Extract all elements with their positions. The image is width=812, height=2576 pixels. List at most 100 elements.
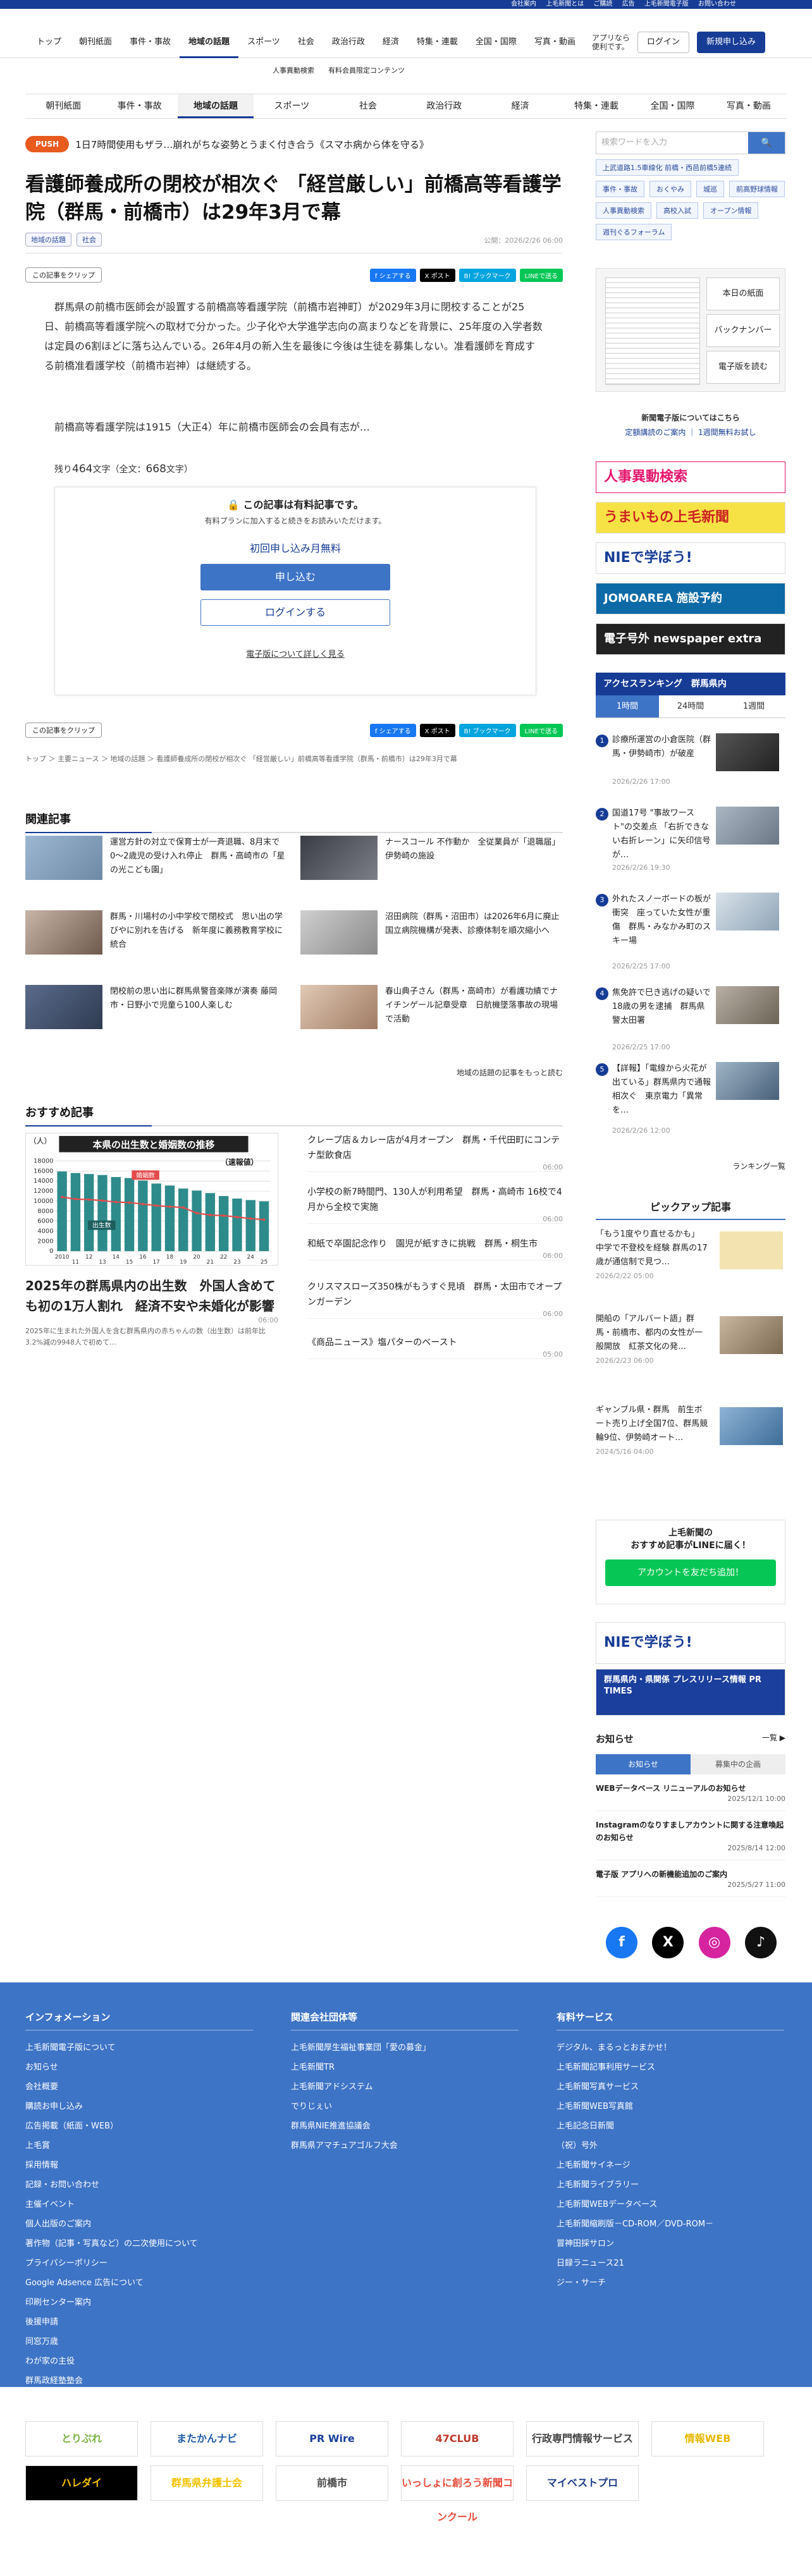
footer-link[interactable]: 上毛新聞TR bbox=[291, 2058, 519, 2077]
footer-link[interactable]: 上毛新聞WEB写真館 bbox=[557, 2097, 784, 2116]
notice-tab-campaign[interactable]: 募集中の企画 bbox=[691, 1754, 785, 1774]
backnumber-button[interactable]: バックナンバー bbox=[706, 314, 780, 347]
footer-link[interactable]: 上毛記念日新聞 bbox=[557, 2116, 784, 2136]
footer-link[interactable]: 同窓万歳 bbox=[25, 2332, 253, 2352]
recommended-main[interactable]: 本県の出生数と婚姻数の推移 （速報値） （人） 0 2000 4000 6000 800… bbox=[25, 1133, 278, 1348]
ranking-tab-24h[interactable]: 24時間 bbox=[659, 695, 722, 717]
footer-link[interactable]: 主催イベント bbox=[25, 2195, 253, 2214]
clip-button[interactable]: この記事をクリップ bbox=[25, 723, 102, 738]
banner-umaimono[interactable]: うまいもの上毛新聞 bbox=[596, 502, 785, 534]
banner-personnel-search[interactable]: 人事異動検索 bbox=[596, 461, 785, 493]
notice-item[interactable]: 電子版 アプリへの新機能追加のご案内 2025/5/27 11:00 bbox=[596, 1860, 785, 1897]
facebook-icon[interactable]: f bbox=[606, 1927, 637, 1958]
chip[interactable]: 高校入試 bbox=[656, 202, 698, 219]
recommended-item[interactable]: 和紙で卒園記念作り 園児が紙すきに挑戦 群馬・桐生市 06:00 bbox=[307, 1236, 563, 1261]
hatena-bookmark-button[interactable]: B! ブックマーク bbox=[458, 268, 516, 282]
footer-link[interactable]: 上毛新聞写真サービス bbox=[557, 2077, 784, 2097]
footer-link[interactable]: 上毛新聞縮刷版－CD-ROM／DVD-ROM－ bbox=[557, 2214, 784, 2234]
partner-logo[interactable]: 群馬県弁護士会 bbox=[151, 2465, 263, 2501]
partner-logo[interactable]: 情報WEB bbox=[651, 2421, 764, 2457]
footer-link[interactable]: わが家の主役 bbox=[25, 2352, 253, 2371]
chip[interactable]: 事件・事故 bbox=[596, 181, 644, 197]
chip[interactable]: 週刊ぐるフォーラム bbox=[596, 224, 672, 240]
footer-link[interactable]: でりじぇい bbox=[291, 2097, 519, 2116]
recommended-item[interactable]: クリスマスローズ350株がもうすぐ見頃 群馬・太田市でオープンガーデン 06:00 bbox=[307, 1279, 563, 1319]
tiktok-icon[interactable]: ♪ bbox=[744, 1927, 777, 1958]
line-send-button[interactable]: LINEで送る bbox=[519, 723, 563, 737]
related-item[interactable]: 運営方針の対立で保育士が一斉退職、8月末で0〜2歳児の受け入れ停止 群馬・高崎市… bbox=[25, 836, 288, 886]
ranking-item[interactable]: 5 【詳報】「電線から火花が出ている」群馬県内で通報相次ぐ 東京電力「異常を… bbox=[596, 1062, 785, 1118]
nav-politics[interactable]: 政治行政 bbox=[323, 27, 374, 58]
push-headline[interactable]: PUSH 1日7時間使用もザラ…崩れがちな姿勢とうまく付き合う《スマホ病から体を… bbox=[25, 131, 563, 157]
footer-link[interactable]: プライバシーポリシー bbox=[25, 2254, 253, 2273]
footer-link[interactable]: お知らせ bbox=[25, 2058, 253, 2077]
footer-link[interactable]: 上毛新聞記事利用サービス bbox=[557, 2058, 784, 2077]
footer-link[interactable]: 印刷センター案内 bbox=[25, 2293, 253, 2312]
recommended-item[interactable]: 《商品ニュース》塩パターのベースト 05:00 bbox=[307, 1335, 563, 1359]
related-item[interactable]: ナースコール 不作動か 全従業員が「退職届」 伊勢崎の施設 bbox=[300, 836, 563, 886]
notice-item[interactable]: WEBデータベース リニューアルのお知らせ 2025/12/1 10:00 bbox=[596, 1774, 785, 1811]
partner-logo[interactable]: PR Wire bbox=[276, 2421, 388, 2457]
partner-logo[interactable]: 行政専門情報サービス bbox=[526, 2421, 639, 2457]
partner-logo[interactable]: 47CLUB bbox=[401, 2421, 514, 2457]
footer-link[interactable]: 冒神田採サロン bbox=[557, 2234, 784, 2254]
line-add-friend-button[interactable]: アカウントを友だち追加！ bbox=[605, 1560, 776, 1586]
footer-link[interactable]: （祝）号外 bbox=[557, 2136, 784, 2156]
recommended-item[interactable]: クレープ店＆カレー店が4月オープン 群馬・千代田町にコンテナ型飲食店 06:00 bbox=[307, 1133, 563, 1172]
banner-jomoarea[interactable]: JOMOAREA 施設予約 bbox=[596, 583, 785, 614]
ranking-tab-1w[interactable]: 1週間 bbox=[722, 695, 785, 717]
chip[interactable]: 前高野球情報 bbox=[729, 181, 785, 197]
app-promo[interactable]: アプリなら 便利です。 bbox=[592, 34, 630, 51]
nav-top[interactable]: トップ bbox=[28, 27, 70, 58]
footer-link[interactable]: 広告掲載（紙面・WEB） bbox=[25, 2116, 253, 2136]
chip[interactable]: オープン情報 bbox=[703, 202, 759, 219]
banner-prtimes[interactable]: 群馬県内・県関係 プレスリリース情報 PR TIMES bbox=[596, 1669, 785, 1716]
facebook-share-button[interactable]: f シェアする bbox=[369, 723, 416, 737]
nav-national[interactable]: 全国・国際 bbox=[467, 27, 526, 58]
nav-morning-paper[interactable]: 朝刊紙面 bbox=[70, 27, 121, 58]
nav-features[interactable]: 特集・連載 bbox=[408, 27, 467, 58]
footer-link[interactable]: 上毛新聞WEBデータベース bbox=[557, 2195, 784, 2214]
cat-national[interactable]: 全国・国際 bbox=[634, 94, 710, 118]
footer-link[interactable]: 記録・お問い合わせ bbox=[25, 2175, 253, 2195]
pickup-item[interactable]: ギャンブル県・群馬 前生ボート売り上げ全国7位、群馬競輪9位、伊勢崎オート… 20… bbox=[596, 1403, 785, 1456]
topstrip-link[interactable]: お問い合わせ bbox=[698, 1, 736, 8]
paywall-login-button[interactable]: ログインする bbox=[200, 599, 390, 626]
banner-digital-extra[interactable]: 電子号外 newspaper extra bbox=[596, 623, 785, 655]
partner-logo[interactable]: マイベストプロ bbox=[526, 2465, 639, 2501]
partner-logo[interactable]: いっしょに創ろう新聞コンクール bbox=[401, 2465, 514, 2523]
recommended-item[interactable]: 小学校の新7時間門、130人が利用希望 群馬・高崎市 16校で4月から全校で実施… bbox=[307, 1185, 563, 1224]
tag-society[interactable]: 社会 bbox=[77, 233, 102, 247]
nav-local[interactable]: 地域の話題 bbox=[180, 27, 239, 58]
ranking-item[interactable]: 1 診療所運営の小倉医院（群馬・伊勢崎市）が破産 bbox=[596, 733, 785, 771]
personnel-search-link[interactable]: 人事異動検索 bbox=[266, 58, 321, 83]
search-input[interactable]: 検索ワードを入力 bbox=[596, 132, 748, 154]
footer-link[interactable]: 群馬県アマチュアゴルフ大会 bbox=[291, 2136, 519, 2156]
related-item[interactable]: 沼田病院（群馬・沼田市）は2026年6月に廃止 国立病院機構が発表、診療体制を順… bbox=[300, 910, 567, 961]
related-item[interactable]: 春山典子さん（群馬・高崎市）が看護功績でナイチンゲール記章受章 日航機墜落事故の… bbox=[300, 985, 563, 1035]
related-item[interactable]: 群馬・川場村の小中学校で閉校式 思い出の学びやに別れを告げる 新年度に義務教育学… bbox=[25, 910, 288, 961]
more-local-link[interactable]: 地域の話題の記事をもっと読む bbox=[25, 1067, 563, 1078]
topstrip-link[interactable]: 上毛新聞とは bbox=[546, 1, 584, 8]
ranking-more-link[interactable]: ランキング一覧 bbox=[596, 1161, 785, 1171]
footer-link[interactable]: 上毛新聞サイネージ bbox=[557, 2156, 784, 2175]
premium-content-link[interactable]: 有料会員限定コンテンツ bbox=[321, 58, 412, 83]
cat-incidents[interactable]: 事件・事故 bbox=[101, 94, 177, 118]
topstrip-link[interactable]: 広告 bbox=[622, 1, 635, 8]
notice-tab-news[interactable]: お知らせ bbox=[596, 1754, 691, 1774]
subscribe-button[interactable]: 新規申し込み bbox=[696, 31, 765, 53]
push-text[interactable]: 1日7時間使用もザラ…崩れがちな姿勢とうまく付き合う《スマホ病から体を守る》 bbox=[75, 138, 429, 151]
nav-society[interactable]: 社会 bbox=[289, 27, 323, 58]
footer-link[interactable]: ジー・サーチ bbox=[557, 2273, 784, 2293]
footer-link[interactable]: 上毛新聞電子版について bbox=[25, 2038, 253, 2058]
hatena-bookmark-button[interactable]: B! ブックマーク bbox=[458, 723, 516, 737]
ranking-item[interactable]: 3 外れたスノーボードの板が衝突 座っていた女性が重傷 群馬・みなかみ町のスキー場 bbox=[596, 893, 785, 948]
digital-edition-link[interactable]: 電子版について詳しく見る bbox=[55, 647, 536, 659]
footer-link[interactable]: 上毛新聞ライブラリー bbox=[557, 2175, 784, 2195]
digital-info-links[interactable]: 定額講読のご案内 ｜ 1週間無料お試し bbox=[596, 427, 785, 437]
search-icon[interactable]: 🔍 bbox=[748, 132, 785, 154]
tag-local[interactable]: 地域の話題 bbox=[25, 233, 71, 247]
nav-economy[interactable]: 経済 bbox=[374, 27, 408, 58]
chip[interactable]: 人事異動検索 bbox=[596, 202, 651, 219]
cat-morning-paper[interactable]: 朝刊紙面 bbox=[25, 94, 101, 118]
